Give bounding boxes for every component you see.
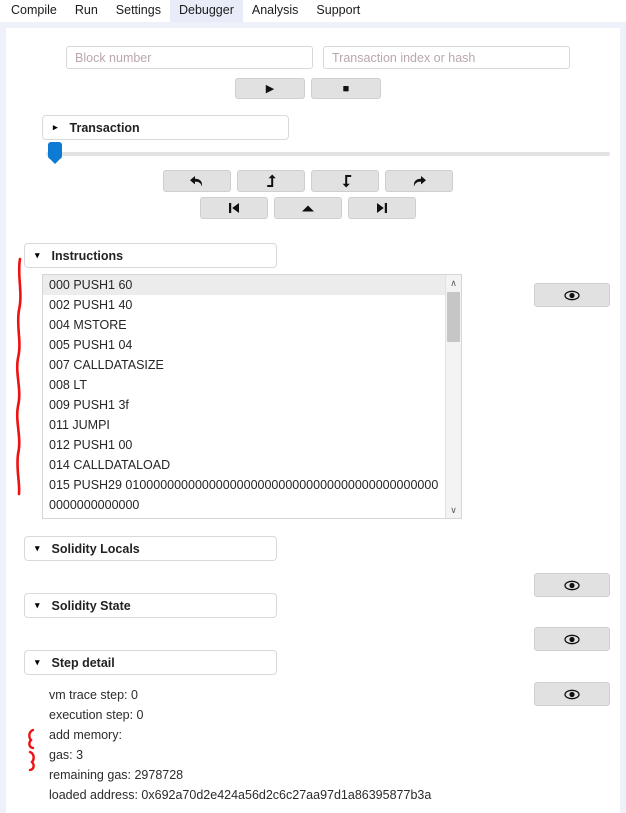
- arrow-up-hook-icon: [266, 174, 276, 187]
- instruction-row[interactable]: 012 PUSH1 00: [43, 435, 445, 455]
- annotation-gas-mark-1: [24, 728, 40, 750]
- stop-debugging-button[interactable]: ■: [311, 78, 381, 99]
- instructions-list-container: 000 PUSH1 60 002 PUSH1 40 004 MSTORE 005 PU…: [42, 274, 462, 519]
- chevron-down-icon: ▾: [35, 600, 40, 610]
- skip-to-start-icon: [229, 203, 239, 213]
- instruction-row[interactable]: 015 PUSH29 01000000000000000000000000000…: [43, 475, 445, 515]
- jump-to-start-button[interactable]: [200, 197, 268, 219]
- solidity-state-accordion-label: Solidity State: [51, 598, 131, 613]
- chevron-down-icon: ▾: [35, 543, 40, 553]
- eye-icon: [564, 634, 580, 644]
- nav-tab-analysis[interactable]: Analysis: [243, 0, 308, 22]
- block-number-input[interactable]: [66, 46, 313, 69]
- solidity-locals-accordion-label: Solidity Locals: [51, 541, 140, 556]
- toggle-instructions-view-button[interactable]: [534, 283, 610, 307]
- nav-tab-debugger[interactable]: Debugger: [169, 0, 243, 22]
- scroll-up-arrow-icon[interactable]: ∧: [446, 275, 461, 291]
- scroll-down-arrow-icon[interactable]: ∨: [446, 502, 461, 518]
- stop-icon: ■: [342, 82, 350, 95]
- solidity-locals-accordion-header[interactable]: ▾ Solidity Locals: [24, 536, 277, 561]
- instructions-accordion-header[interactable]: ▾ Instructions: [24, 243, 277, 268]
- instructions-list[interactable]: 000 PUSH1 60 002 PUSH1 40 004 MSTORE 005 PU…: [43, 275, 445, 518]
- instruction-row[interactable]: 008 LT: [43, 375, 445, 395]
- transaction-accordion-header[interactable]: ▸ Transaction: [42, 115, 289, 140]
- step-navigation-row-2: [6, 197, 620, 219]
- instruction-row[interactable]: 005 PUSH1 04: [43, 335, 445, 355]
- toggle-state-view-button[interactable]: [534, 627, 610, 651]
- step-detail-line: remaining gas: 2978728: [49, 768, 184, 782]
- step-forward-button[interactable]: [385, 170, 453, 192]
- chevron-right-icon: ▸: [53, 122, 58, 132]
- step-detail-line: loaded address: 0x692a70d2e424a56d2c6c27…: [49, 788, 432, 802]
- chevron-down-icon: ▾: [35, 657, 40, 667]
- eye-icon: [564, 689, 580, 699]
- step-detail-line: execution step: 0: [49, 708, 144, 722]
- solidity-state-accordion-header[interactable]: ▾ Solidity State: [24, 593, 277, 618]
- chevron-down-icon: ▾: [35, 250, 40, 260]
- playback-controls: ▶ ■: [6, 78, 620, 99]
- nav-tab-run[interactable]: Run: [66, 0, 107, 22]
- step-out-button[interactable]: [237, 170, 305, 192]
- triangle-up-icon: [302, 205, 314, 211]
- nav-tab-settings[interactable]: Settings: [107, 0, 170, 22]
- arrow-down-hook-icon: [342, 175, 351, 188]
- transaction-accordion-label: Transaction: [69, 120, 140, 135]
- jump-out-button[interactable]: [274, 197, 342, 219]
- instruction-row[interactable]: 007 CALLDATASIZE: [43, 355, 445, 375]
- instruction-row[interactable]: 011 JUMPI: [43, 415, 445, 435]
- toggle-step-detail-view-button[interactable]: [534, 682, 610, 706]
- nav-tab-support[interactable]: Support: [307, 0, 369, 22]
- step-back-button[interactable]: [163, 170, 231, 192]
- arrow-curve-left-icon: [190, 175, 203, 186]
- step-navigation-row-1: [6, 170, 620, 192]
- jump-to-end-button[interactable]: [348, 197, 416, 219]
- debugger-panel: ▶ ■ ▸ Transaction: [6, 28, 620, 813]
- step-detail-accordion-header[interactable]: ▾ Step detail: [24, 650, 277, 675]
- arrow-curve-right-icon: [413, 175, 426, 186]
- instruction-row[interactable]: 004 MSTORE: [43, 315, 445, 335]
- step-into-button[interactable]: [311, 170, 379, 192]
- slider-track[interactable]: [46, 152, 610, 156]
- step-detail-accordion-label: Step detail: [51, 655, 115, 670]
- annotation-gas-mark-2: [24, 750, 40, 772]
- debugger-page: ▶ ■ ▸ Transaction: [0, 22, 626, 813]
- eye-icon: [564, 580, 580, 590]
- annotation-instructions-bracket: [10, 254, 34, 499]
- transaction-search-row: [6, 28, 620, 69]
- start-debugging-button[interactable]: ▶: [235, 78, 305, 99]
- slider-handle[interactable]: [48, 142, 62, 164]
- play-icon: ▶: [265, 83, 275, 95]
- instructions-scrollbar[interactable]: ∧ ∨: [445, 275, 461, 518]
- instruction-row[interactable]: 000 PUSH1 60: [43, 275, 445, 295]
- instruction-row[interactable]: 009 PUSH1 3f: [43, 395, 445, 415]
- step-detail-line: gas: 3: [49, 748, 84, 762]
- skip-to-end-icon: [377, 203, 387, 213]
- scrollbar-thumb[interactable]: [447, 292, 460, 342]
- eye-icon: [564, 290, 580, 300]
- step-slider[interactable]: [42, 142, 610, 164]
- nav-tab-compile[interactable]: Compile: [2, 0, 66, 22]
- instruction-row[interactable]: 014 CALLDATALOAD: [43, 455, 445, 475]
- transaction-index-or-hash-input[interactable]: [323, 46, 570, 69]
- instruction-row[interactable]: 002 PUSH1 40: [43, 295, 445, 315]
- top-navigation-bar: Compile Run Settings Debugger Analysis S…: [0, 0, 626, 22]
- toggle-locals-view-button[interactable]: [534, 573, 610, 597]
- instructions-accordion-label: Instructions: [51, 248, 124, 263]
- step-detail-line: add memory:: [49, 728, 122, 742]
